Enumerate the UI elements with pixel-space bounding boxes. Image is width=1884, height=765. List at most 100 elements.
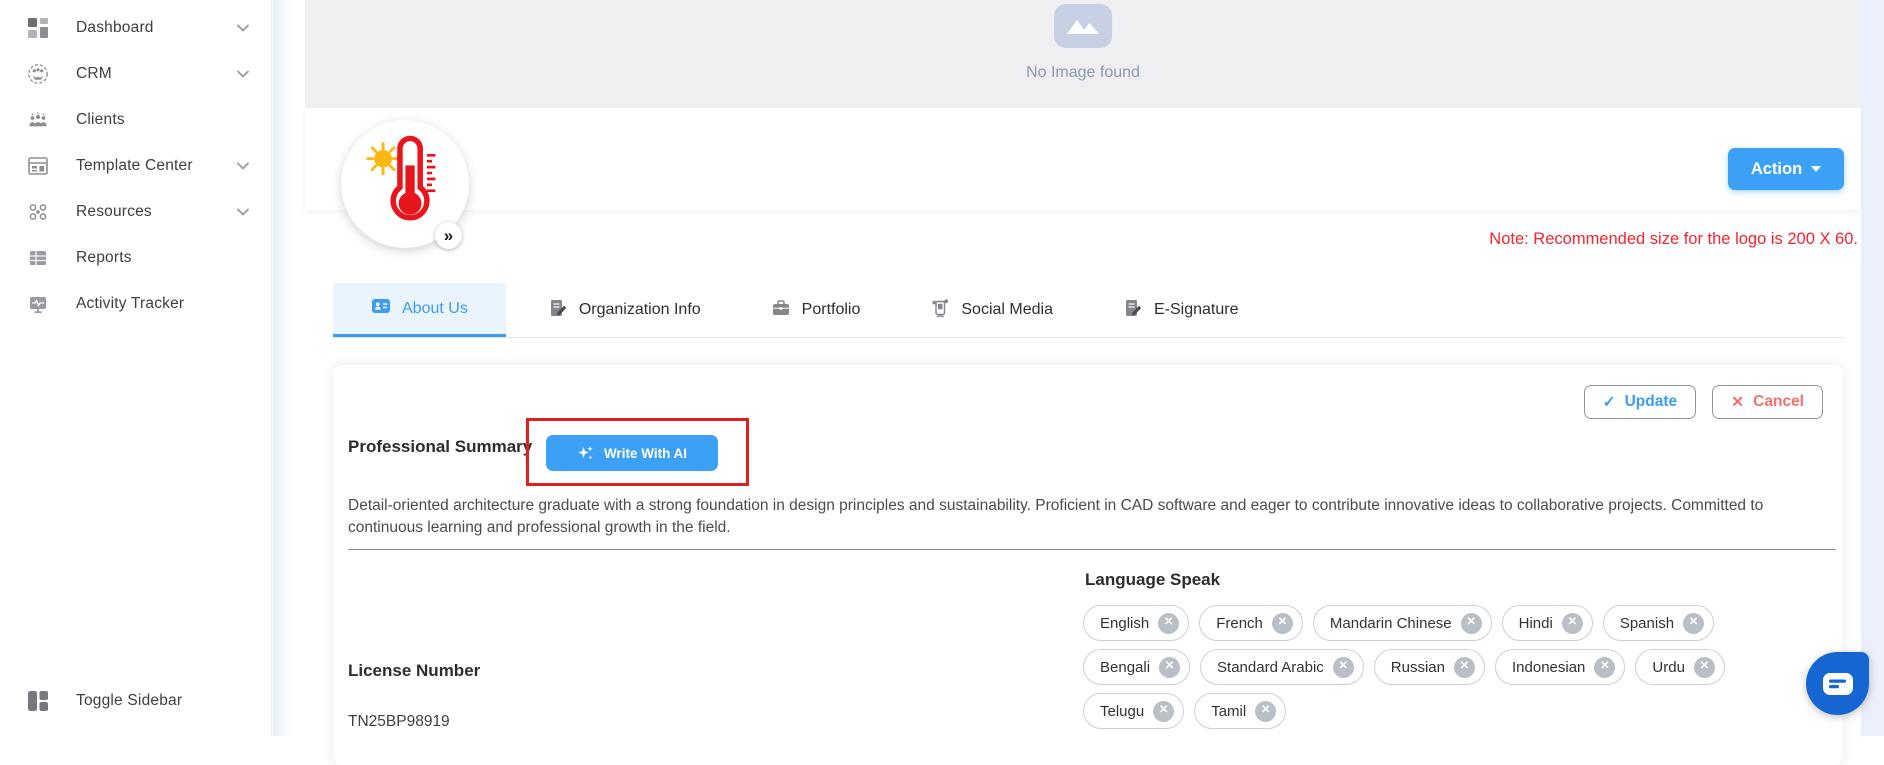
sidebar-item-reports[interactable]: Reports [0,235,271,281]
activity-tracker-icon [26,292,50,316]
remove-language-icon[interactable]: ✕ [1562,613,1583,634]
sidebar-item-label: Dashboard [76,19,237,37]
language-chip-label: Indonesian [1512,659,1585,676]
language-chip-list: English✕French✕Mandarin Chinese✕Hindi✕Sp… [1083,605,1773,729]
language-chip-standard-arabic: Standard Arabic ✕ [1200,649,1364,685]
toggle-sidebar-icon [26,689,50,713]
tab-label: Portfolio [802,301,861,319]
toggle-sidebar-button[interactable]: Toggle Sidebar [0,678,272,724]
toggle-sidebar-label: Toggle Sidebar [76,692,250,710]
sidebar-item-activity-tracker[interactable]: Activity Tracker [0,281,271,327]
tab-organization-info[interactable]: Organization Info [520,283,729,337]
write-with-ai-label: Write With AI [604,446,687,461]
sidebar-item-label: Reports [76,249,249,267]
tab-social-media[interactable]: Social Media [902,283,1081,337]
language-chip-indonesian: Indonesian ✕ [1495,649,1625,685]
language-chip-label: Telugu [1100,703,1144,720]
language-chip-russian: Russian ✕ [1374,649,1485,685]
sidebar-item-label: Clients [76,111,249,129]
professional-summary-label: Professional Summary [348,437,532,457]
language-chip-label: Tamil [1211,703,1246,720]
write-with-ai-button[interactable]: Write With AI [546,435,718,471]
language-chip-label: Urdu [1652,659,1685,676]
remove-language-icon[interactable]: ✕ [1461,613,1482,634]
chevron-down-icon [237,24,249,32]
resources-icon [26,200,50,224]
remove-language-icon[interactable]: ✕ [1255,701,1276,722]
language-chip-bengali: Bengali ✕ [1083,649,1190,685]
template-center-icon [26,154,50,178]
remove-language-icon[interactable]: ✕ [1333,657,1354,678]
license-number-label: License Number [348,661,480,681]
sidebar-item-label: Template Center [76,157,237,175]
tab-about-us[interactable]: About Us [333,283,506,337]
caret-down-icon [1811,166,1821,172]
professional-summary-field[interactable]: Detail-oriented architecture graduate wi… [348,495,1796,539]
close-icon: ✕ [1731,393,1744,412]
update-button-label: Update [1625,393,1678,411]
sparkles-icon [577,445,594,462]
remove-language-icon[interactable]: ✕ [1683,613,1704,634]
sidebar-nav-list: Dashboard CRM Clients Template Center Resour… [0,5,271,327]
language-chip-french: French ✕ [1199,605,1303,641]
sidebar-item-resources[interactable]: Resources [0,189,271,235]
language-chip-label: Bengali [1100,659,1150,676]
organization-info-icon [548,298,568,323]
license-number-input[interactable]: TN25BP98919 [348,713,450,731]
about-us-panel: ✓ Update ✕ Cancel Professional Summary W… [333,365,1843,765]
language-chip-label: Standard Arabic [1217,659,1324,676]
remove-language-icon[interactable]: ✕ [1694,657,1715,678]
cover-image-banner: No Image found [305,0,1861,108]
sidebar-item-crm[interactable]: CRM [0,51,271,97]
sidebar-shadow [273,0,293,736]
language-speak-label: Language Speak [1085,570,1220,590]
tab-e-signature[interactable]: E-Signature [1095,283,1267,337]
thermometer-sun-logo [351,130,459,238]
portfolio-icon [771,298,791,323]
sidebar-item-label: Activity Tracker [76,295,249,313]
sidebar-item-label: CRM [76,65,237,83]
tab-label: Social Media [961,301,1053,319]
language-chip-label: French [1216,615,1263,632]
action-button[interactable]: Action [1728,148,1844,190]
remove-language-icon[interactable]: ✕ [1454,657,1475,678]
remove-language-icon[interactable]: ✕ [1153,701,1174,722]
cancel-button-label: Cancel [1753,393,1804,411]
clients-icon [26,108,50,132]
double-chevron-right-icon: » [444,226,453,246]
chat-bubble-icon [1823,673,1853,695]
language-chip-mandarin-chinese: Mandarin Chinese ✕ [1313,605,1492,641]
sidebar-item-label: Resources [76,203,237,221]
summary-underline [348,549,1836,550]
language-chip-english: English✕ [1083,605,1189,641]
tab-label: Organization Info [579,301,701,319]
sidebar-item-clients[interactable]: Clients [0,97,271,143]
remove-language-icon[interactable]: ✕ [1272,613,1293,634]
sidebar-item-template-center[interactable]: Template Center [0,143,271,189]
update-button[interactable]: ✓ Update [1584,385,1697,419]
page-background-strip [1861,0,1884,736]
no-image-text: No Image found [1026,64,1140,82]
sidebar-item-dashboard[interactable]: Dashboard [0,5,271,51]
remove-language-icon[interactable]: ✕ [1159,657,1180,678]
language-chip-tamil: Tamil ✕ [1194,693,1286,729]
language-chip-spanish: Spanish✕ [1603,605,1714,641]
crm-icon [26,62,50,86]
image-placeholder-icon [1054,4,1112,48]
chevron-down-icon [237,208,249,216]
chat-widget-button[interactable] [1806,652,1869,715]
language-chip-hindi: Hindi✕ [1502,605,1593,641]
action-button-label: Action [1751,160,1802,179]
tab-label: E-Signature [1154,301,1239,319]
tab-portfolio[interactable]: Portfolio [743,283,889,337]
expand-logo-button[interactable]: » [435,222,462,249]
language-chip-label: Mandarin Chinese [1330,615,1452,632]
remove-language-icon[interactable]: ✕ [1158,613,1179,634]
language-chip-label: Russian [1391,659,1445,676]
remove-language-icon[interactable]: ✕ [1594,657,1615,678]
check-icon: ✓ [1603,393,1616,412]
profile-header [305,108,1861,210]
e-signature-icon [1123,298,1143,323]
social-media-icon [930,298,950,323]
cancel-button[interactable]: ✕ Cancel [1712,385,1823,419]
